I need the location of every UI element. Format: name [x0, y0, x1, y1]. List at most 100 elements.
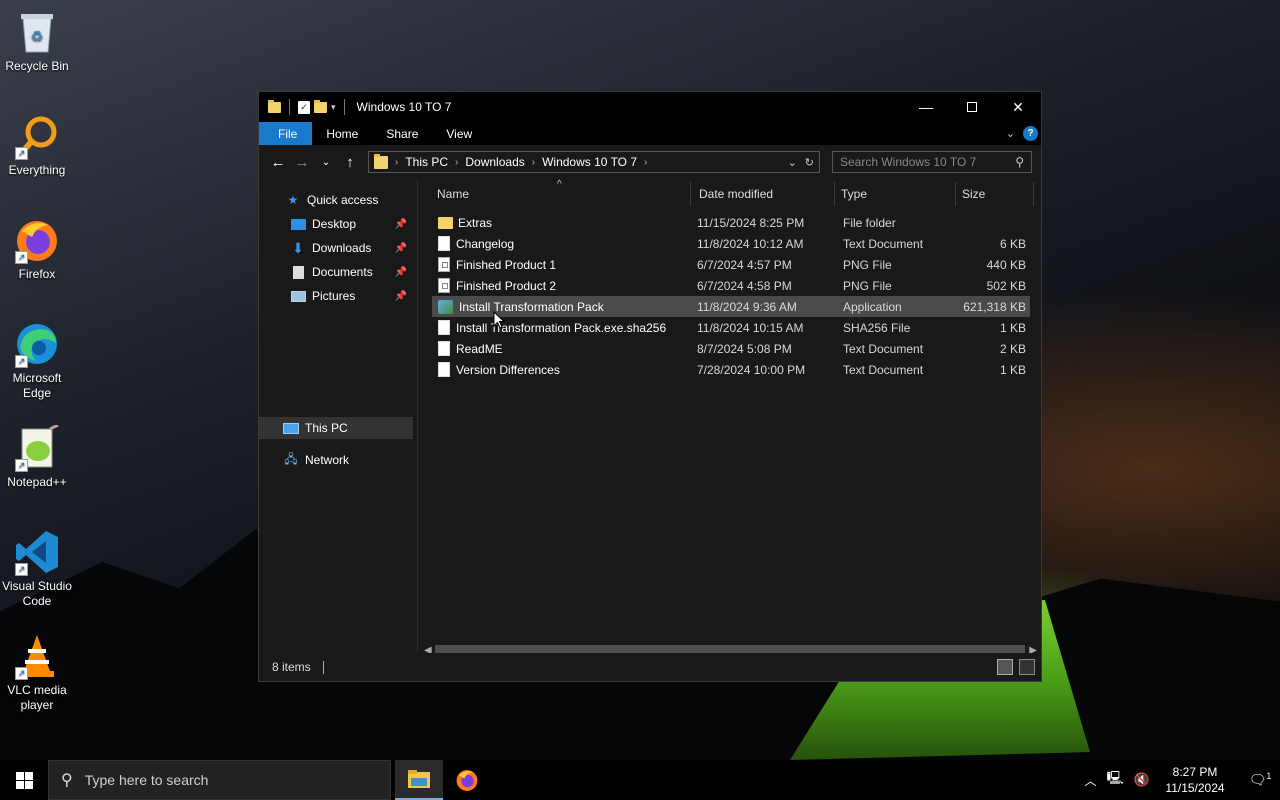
file-row-finished-product-1[interactable]: Finished Product 1 6/7/2024 4:57 PM PNG …	[432, 254, 1030, 275]
start-button[interactable]	[0, 760, 48, 800]
desktop-icon-vscode[interactable]: ↗ Visual Studio Code	[0, 528, 74, 609]
shortcut-arrow-icon: ↗	[15, 667, 28, 680]
search-input[interactable]: Search Windows 10 TO 7	[840, 155, 976, 169]
desktop-icon-vlc[interactable]: ↗ VLC media player	[0, 632, 74, 713]
column-header-label: Size	[962, 187, 986, 201]
taskbar-firefox[interactable]	[443, 760, 491, 800]
file-row-install-transformation-pack-sha256[interactable]: Install Transformation Pack.exe.sha256 1…	[432, 317, 1030, 338]
downloads-arrow-icon: ⬇	[292, 239, 304, 256]
nav-network[interactable]: 🖧 Network	[259, 449, 413, 471]
desktop-icon-everything[interactable]: ↗ Everything	[0, 112, 74, 178]
file-name: Version Differences	[456, 362, 560, 377]
breadcrumb-separator-icon[interactable]: ›	[644, 157, 647, 168]
recent-locations-chevron-icon[interactable]: ⌄	[314, 157, 338, 168]
taskbar-file-explorer[interactable]	[395, 760, 443, 800]
search-box[interactable]: Search Windows 10 TO 7 ⚲	[832, 151, 1032, 173]
computer-icon	[283, 421, 299, 435]
refresh-icon[interactable]: ↻	[805, 156, 814, 169]
desktop-icon-firefox[interactable]: ↗ Firefox	[0, 216, 74, 282]
text-document-icon	[438, 362, 450, 377]
customize-toolbar-icon[interactable]: ▾	[331, 102, 336, 113]
large-icons-view-icon[interactable]	[1019, 659, 1035, 675]
column-header-type[interactable]: Type	[835, 182, 956, 206]
taskbar-search-box[interactable]: ⚲ Type here to search	[48, 760, 391, 800]
file-name: Finished Product 1	[456, 257, 557, 272]
help-icon[interactable]: ?	[1023, 126, 1038, 141]
mouse-cursor-icon	[493, 311, 505, 329]
close-button[interactable]: ✕	[995, 92, 1041, 122]
nav-item-label: Pictures	[312, 289, 356, 303]
action-center-button[interactable]: 🗨1	[1240, 771, 1280, 789]
breadcrumb-separator-icon[interactable]: ›	[455, 157, 458, 168]
nav-downloads[interactable]: ⬇ Downloads 📌	[259, 237, 413, 259]
desktop-icon-label: Notepad++	[7, 475, 67, 489]
toolbar-divider	[343, 99, 345, 115]
column-header-label: Name	[437, 187, 470, 201]
minimize-button[interactable]: —	[903, 92, 949, 122]
breadcrumb-downloads[interactable]: Downloads	[465, 155, 524, 169]
address-dropdown-chevron-icon[interactable]: ⌄	[788, 156, 797, 169]
folder-icon	[268, 99, 281, 113]
breadcrumb-separator-icon[interactable]: ›	[532, 157, 535, 168]
shortcut-arrow-icon: ↗	[15, 147, 28, 160]
desktop-icon-label: VLC media player	[7, 683, 67, 712]
column-header-name[interactable]: Name ^	[419, 179, 691, 206]
network-status-icon[interactable]: 🖳	[1106, 769, 1123, 791]
pin-icon[interactable]: 📌	[395, 291, 407, 302]
properties-icon[interactable]: ✓	[298, 100, 310, 114]
nav-this-pc[interactable]: This PC	[259, 417, 413, 439]
pin-icon[interactable]: 📌	[395, 267, 407, 278]
desktop-icon-notepad-plus-plus[interactable]: ↗ Notepad++	[0, 424, 74, 490]
expand-ribbon-icon[interactable]: ⌄	[1006, 127, 1015, 140]
maximize-icon	[967, 102, 977, 112]
address-bar[interactable]: › This PC › Downloads › Windows 10 TO 7 …	[368, 151, 820, 173]
nav-desktop[interactable]: Desktop 📌	[259, 213, 413, 235]
status-bar: 8 items	[259, 653, 1041, 681]
title-bar[interactable]: ✓ ▾ Windows 10 TO 7 — ✕	[259, 92, 1041, 122]
quick-access-toolbar: ✓ ▾	[259, 99, 349, 115]
nav-pictures[interactable]: Pictures 📌	[259, 285, 413, 307]
file-row-readme[interactable]: ReadME 8/7/2024 5:08 PM Text Document 2 …	[432, 338, 1030, 359]
file-name: ReadME	[456, 341, 503, 356]
new-folder-icon[interactable]	[314, 99, 327, 113]
tab-home[interactable]: Home	[312, 122, 372, 145]
tab-file[interactable]: File	[259, 122, 313, 145]
clock[interactable]: 8:27 PM 11/15/2024	[1160, 764, 1230, 796]
tab-share[interactable]: Share	[372, 122, 432, 145]
file-row-extras[interactable]: Extras 11/15/2024 8:25 PM File folder	[432, 212, 1030, 233]
desktop-icon-edge[interactable]: ↗ Microsoft Edge	[0, 320, 74, 401]
column-header-size[interactable]: Size	[956, 182, 1034, 206]
folder-icon	[374, 153, 388, 169]
firefox-icon: ↗	[13, 216, 61, 264]
nav-documents[interactable]: Documents 📌	[259, 261, 413, 283]
breadcrumb-current-folder[interactable]: Windows 10 TO 7	[542, 155, 637, 169]
search-icon: ⚲	[1015, 155, 1024, 169]
file-size: 2 KB	[999, 341, 1026, 356]
file-row-finished-product-2[interactable]: Finished Product 2 6/7/2024 4:58 PM PNG …	[432, 275, 1030, 296]
up-arrow-icon[interactable]: ↑	[338, 154, 362, 171]
file-row-install-transformation-pack[interactable]: Install Transformation Pack 11/8/2024 9:…	[432, 296, 1030, 317]
tab-view[interactable]: View	[432, 122, 486, 145]
file-row-changelog[interactable]: Changelog 11/8/2024 10:12 AM Text Docume…	[432, 233, 1030, 254]
file-type: Application	[843, 299, 902, 314]
vscode-icon: ↗	[13, 528, 61, 576]
pin-icon[interactable]: 📌	[395, 243, 407, 254]
close-icon: ✕	[1012, 98, 1024, 115]
pin-icon[interactable]: 📌	[395, 219, 407, 230]
show-hidden-icons-chevron-icon[interactable]: ︿	[1084, 772, 1096, 789]
desktop-icon-recycle-bin[interactable]: ♻ Recycle Bin	[0, 8, 74, 74]
folder-icon	[438, 216, 453, 229]
everything-search-icon: ↗	[13, 112, 61, 160]
file-row-version-differences[interactable]: Version Differences 7/28/2024 10:00 PM T…	[432, 359, 1030, 380]
file-type: File folder	[843, 215, 896, 230]
maximize-button[interactable]	[949, 92, 995, 122]
column-header-date-modified[interactable]: Date modified	[691, 182, 835, 206]
back-arrow-icon[interactable]: ←	[266, 154, 290, 171]
volume-muted-icon[interactable]: 🔇	[1134, 772, 1150, 788]
details-view-icon[interactable]	[997, 659, 1013, 675]
breadcrumb-this-pc[interactable]: This PC	[405, 155, 448, 169]
taskbar-search-input[interactable]: Type here to search	[85, 772, 209, 788]
nav-quick-access[interactable]: ★ Quick access	[259, 189, 413, 211]
breadcrumb-separator-icon[interactable]: ›	[395, 157, 398, 168]
forward-arrow-icon[interactable]: →	[290, 154, 314, 171]
